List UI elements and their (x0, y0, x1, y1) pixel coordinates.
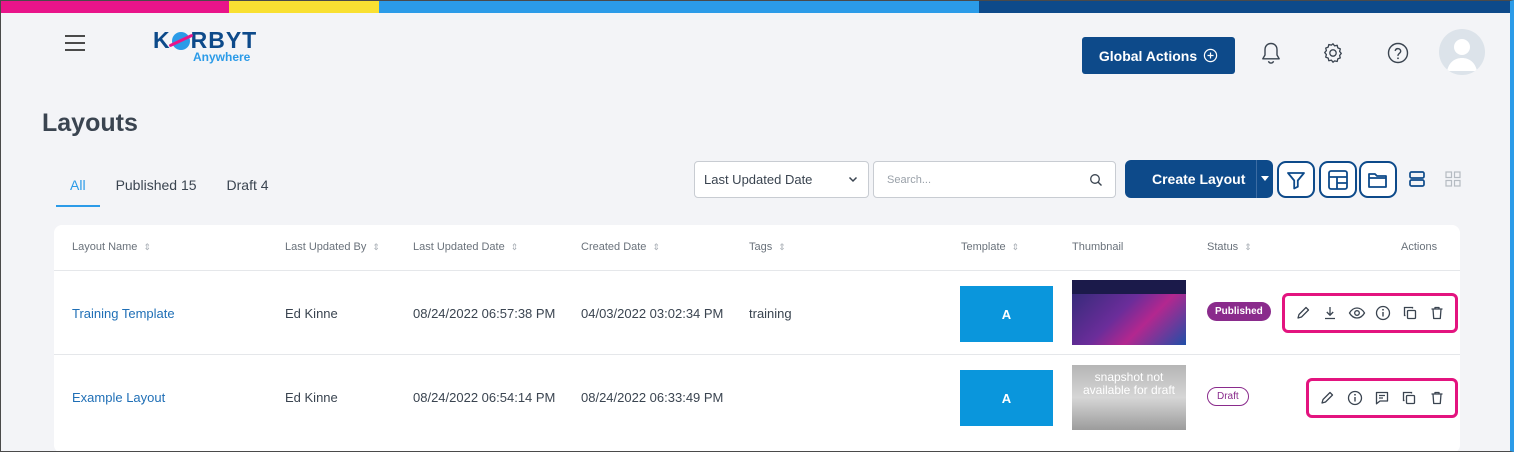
column-header-status[interactable]: Status ⇕ (1207, 241, 1252, 253)
global-actions-button[interactable]: Global Actions (1082, 37, 1235, 74)
sort-icon: ⇕ (1244, 241, 1252, 252)
table-row: Training Template Ed Kinne 08/24/2022 06… (54, 270, 1460, 354)
tab-published[interactable]: Published 15 (116, 171, 197, 207)
column-header-layout-name[interactable]: Layout Name ⇕ (72, 241, 151, 253)
column-header-template[interactable]: Template ⇕ (961, 241, 1019, 253)
page-title: Layouts (42, 109, 138, 137)
edit-icon[interactable] (1318, 389, 1336, 407)
search-field (873, 161, 1116, 198)
filter-icon (1285, 169, 1307, 191)
sort-select[interactable]: Last Updated Date (694, 161, 869, 198)
status-tabs: All Published 15 Draft 4 (56, 171, 299, 207)
column-header-created-date[interactable]: Created Date ⇕ (581, 241, 660, 253)
folder-icon (1366, 168, 1390, 192)
search-icon[interactable] (1089, 173, 1103, 187)
copy-icon[interactable] (1400, 389, 1418, 407)
delete-icon[interactable] (1428, 304, 1446, 322)
sort-icon: ⇕ (510, 241, 519, 252)
preview-icon[interactable] (1348, 304, 1366, 322)
column-header-updated-date[interactable]: Last Updated Date ⇕ (413, 241, 518, 253)
created-date: 04/03/2022 03:02:34 PM (581, 306, 724, 321)
sort-select-value: Last Updated Date (704, 172, 813, 187)
layout-name-link[interactable]: Training Template (72, 306, 175, 321)
bell-icon[interactable] (1258, 39, 1284, 67)
create-dropdown-caret-icon[interactable] (1256, 160, 1273, 198)
template-icon (1326, 168, 1350, 192)
template-preview[interactable]: A (960, 370, 1053, 426)
user-avatar-icon[interactable] (1439, 29, 1485, 75)
list-view-icon[interactable] (1406, 168, 1428, 190)
top-header: K RBYT Anywhere Global Actions (1, 13, 1510, 91)
create-layout-label: Create Layout (1152, 171, 1246, 187)
updated-by: Ed Kinne (285, 390, 338, 405)
gear-icon[interactable] (1320, 39, 1346, 67)
brand-strip (1, 1, 1510, 13)
column-header-thumbnail: Thumbnail (1072, 241, 1124, 253)
tab-all[interactable]: All (56, 171, 99, 207)
folder-button[interactable] (1359, 161, 1397, 198)
sort-icon: ⇕ (372, 241, 380, 252)
column-header-updated-by[interactable]: Last Updated By ⇕ (285, 241, 380, 253)
updated-date: 08/24/2022 06:57:38 PM (413, 306, 556, 321)
info-icon[interactable] (1374, 304, 1392, 322)
chevron-down-icon (846, 172, 860, 186)
delete-icon[interactable] (1428, 389, 1446, 407)
plus-circle-icon (1203, 48, 1218, 63)
template-button[interactable] (1319, 161, 1357, 198)
sort-icon: ⇕ (778, 241, 786, 252)
edit-icon[interactable] (1294, 304, 1312, 322)
template-preview[interactable]: A (960, 286, 1053, 342)
comment-icon[interactable] (1373, 389, 1391, 407)
filter-button[interactable] (1277, 161, 1315, 198)
logo-orb-icon (171, 31, 190, 50)
sort-icon: ⇕ (652, 241, 660, 252)
logo-subtitle: Anywhere (193, 50, 251, 64)
status-badge: Draft (1207, 387, 1249, 406)
tab-draft[interactable]: Draft 4 (227, 171, 269, 207)
sort-icon: ⇕ (1011, 241, 1020, 252)
column-header-tags[interactable]: Tags ⇕ (749, 241, 786, 253)
row-actions (1282, 293, 1458, 333)
help-icon[interactable] (1385, 39, 1411, 67)
created-date: 08/24/2022 06:33:49 PM (581, 390, 724, 405)
copy-icon[interactable] (1401, 304, 1419, 322)
table-row: Example Layout Ed Kinne 08/24/2022 06:54… (54, 354, 1460, 451)
menu-icon[interactable] (65, 35, 85, 51)
layout-name-link[interactable]: Example Layout (72, 390, 165, 405)
download-icon[interactable] (1321, 304, 1339, 322)
layouts-table: Layout Name ⇕ Last Updated By ⇕ Last Updat… (54, 225, 1460, 451)
tags: training (749, 306, 792, 321)
sort-icon: ⇕ (143, 241, 151, 252)
updated-date: 08/24/2022 06:54:14 PM (413, 390, 556, 405)
thumbnail-placeholder[interactable]: snapshot not available for draft (1072, 365, 1186, 430)
thumbnail-image[interactable] (1072, 280, 1186, 345)
grid-view-icon[interactable] (1442, 168, 1464, 190)
search-input[interactable] (887, 173, 1077, 186)
create-layout-button[interactable]: Create Layout (1125, 160, 1273, 198)
app-window: K RBYT Anywhere Global Actions Layouts Al… (0, 0, 1514, 452)
korbyt-logo[interactable]: K RBYT Anywhere (153, 27, 257, 64)
status-badge: Published (1207, 302, 1271, 321)
global-actions-label: Global Actions (1098, 47, 1198, 64)
column-header-actions: Actions (1401, 241, 1438, 253)
info-icon[interactable] (1346, 389, 1364, 407)
row-actions (1306, 378, 1458, 418)
updated-by: Ed Kinne (285, 306, 338, 321)
